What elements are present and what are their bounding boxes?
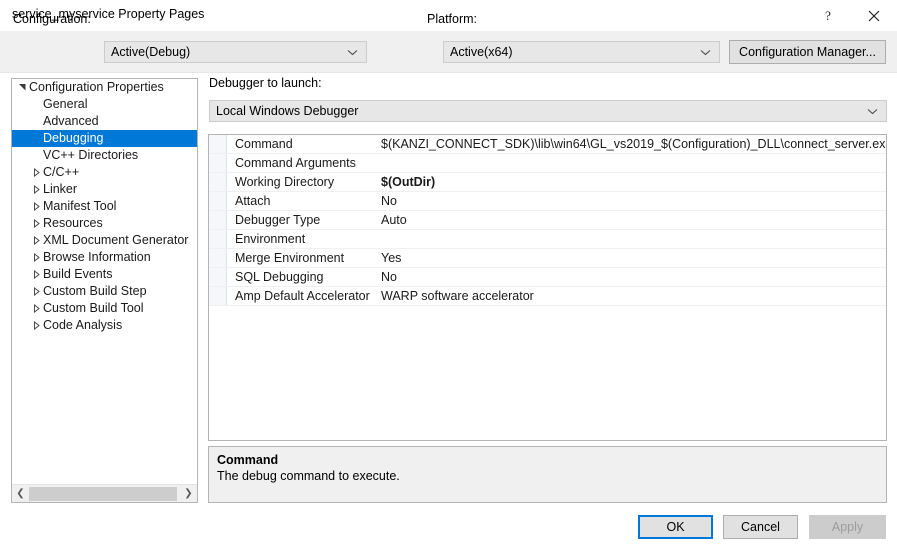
property-name: Command Arguments: [235, 156, 356, 170]
property-value[interactable]: Auto: [381, 211, 407, 229]
property-name: Debugger Type: [235, 213, 321, 227]
chevron-left-icon[interactable]: ❮: [12, 486, 29, 502]
tree-item-advanced[interactable]: Advanced: [12, 113, 197, 130]
chevron-right-icon[interactable]: ❯: [180, 486, 197, 502]
configuration-manager-button[interactable]: Configuration Manager...: [729, 40, 886, 64]
question-mark-icon: ?: [825, 8, 831, 23]
scrollbar-thumb[interactable]: [29, 486, 177, 501]
tree-item-browse-information[interactable]: Browse Information: [12, 249, 197, 266]
configuration-tree-panel: Configuration Properties General Advanced D…: [11, 78, 198, 503]
property-name: SQL Debugging: [235, 270, 324, 284]
tree-item-label: C/C++: [43, 165, 80, 179]
tree-item-xml-document-generator[interactable]: XML Document Generator: [12, 232, 197, 249]
cancel-button[interactable]: Cancel: [723, 515, 798, 539]
configuration-tree[interactable]: Configuration Properties General Advanced D…: [12, 79, 197, 485]
configuration-dropdown-value: Active(Debug): [111, 45, 191, 59]
triangle-right-icon[interactable]: [29, 270, 43, 279]
debugger-to-launch-value: Local Windows Debugger: [216, 104, 359, 118]
description-title: Command: [217, 453, 279, 467]
apply-button: Apply: [809, 515, 886, 539]
chevron-down-icon: [700, 45, 711, 59]
property-value[interactable]: $(OutDir): [381, 173, 435, 191]
platform-label: Platform:: [427, 12, 478, 26]
triangle-right-icon[interactable]: [29, 287, 43, 296]
property-name: Amp Default Accelerator: [235, 289, 370, 303]
tree-item-label: Custom Build Tool: [43, 301, 144, 315]
close-button[interactable]: [851, 0, 897, 31]
triangle-right-icon[interactable]: [29, 219, 43, 228]
tree-item-code-analysis[interactable]: Code Analysis: [12, 317, 197, 334]
tree-item-resources[interactable]: Resources: [12, 215, 197, 232]
property-row[interactable]: Working Directory $(OutDir): [209, 173, 886, 192]
chevron-down-icon: [867, 104, 878, 118]
ok-button[interactable]: OK: [638, 515, 713, 539]
platform-dropdown[interactable]: Active(x64): [443, 41, 720, 63]
tree-item-label: Linker: [43, 182, 78, 196]
description-body: The debug command to execute.: [217, 469, 400, 483]
tree-item-label: Custom Build Step: [43, 284, 147, 298]
tree-item-manifest-tool[interactable]: Manifest Tool: [12, 198, 197, 215]
triangle-right-icon[interactable]: [29, 304, 43, 313]
tree-item-label: General: [43, 97, 88, 111]
debugger-to-launch-label: Debugger to launch:: [209, 76, 322, 90]
property-grid[interactable]: Command $(KANZI_CONNECT_SDK)\lib\win64\GL…: [208, 134, 887, 441]
description-panel: Command The debug command to execute.: [208, 446, 887, 503]
triangle-right-icon[interactable]: [29, 253, 43, 262]
property-value[interactable]: No: [381, 192, 397, 210]
tree-item-linker[interactable]: Linker: [12, 181, 197, 198]
triangle-right-icon[interactable]: [29, 202, 43, 211]
property-name: Merge Environment: [235, 251, 345, 265]
tree-item-vc-directories[interactable]: VC++ Directories: [12, 147, 197, 164]
tree-item-label: Manifest Tool: [43, 199, 117, 213]
window-controls: ?: [805, 0, 897, 31]
tree-item-label: Advanced: [43, 114, 99, 128]
triangle-right-icon[interactable]: [29, 321, 43, 330]
property-value[interactable]: $(KANZI_CONNECT_SDK)\lib\win64\GL_vs2019…: [381, 135, 886, 153]
tree-item-custom-build-step[interactable]: Custom Build Step: [12, 283, 197, 300]
property-row[interactable]: Merge Environment Yes: [209, 249, 886, 268]
tree-item-debugging[interactable]: Debugging: [12, 130, 197, 147]
property-row[interactable]: Environment: [209, 230, 886, 249]
configuration-dropdown[interactable]: Active(Debug): [104, 41, 367, 63]
tree-item-label: Build Events: [43, 267, 113, 281]
property-name: Command: [235, 137, 293, 151]
property-value[interactable]: WARP software accelerator: [381, 287, 534, 305]
property-name: Environment: [235, 232, 306, 246]
tree-item-general[interactable]: General: [12, 96, 197, 113]
close-icon: [868, 10, 880, 22]
tree-item-label: XML Document Generator: [43, 233, 189, 247]
platform-dropdown-value: Active(x64): [450, 45, 513, 59]
property-name: Working Directory: [235, 175, 335, 189]
property-row[interactable]: Amp Default Accelerator WARP software acc…: [209, 287, 886, 306]
property-row[interactable]: Debugger Type Auto: [209, 211, 886, 230]
property-row[interactable]: Command $(KANZI_CONNECT_SDK)\lib\win64\GL…: [209, 135, 886, 154]
configuration-label: Configuration:: [13, 12, 91, 26]
tree-item-c-c[interactable]: C/C++: [12, 164, 197, 181]
property-row[interactable]: SQL Debugging No: [209, 268, 886, 287]
tree-horizontal-scrollbar[interactable]: ❮ ❯: [12, 484, 197, 502]
scrollbar-track[interactable]: [29, 486, 180, 502]
property-name: Attach: [235, 194, 271, 208]
tree-item-configuration-properties[interactable]: Configuration Properties: [12, 79, 197, 96]
help-button[interactable]: ?: [805, 0, 851, 31]
property-row[interactable]: Attach No: [209, 192, 886, 211]
chevron-down-icon: [347, 45, 358, 59]
debugger-to-launch-dropdown[interactable]: Local Windows Debugger: [209, 100, 887, 122]
tree-item-label: Browse Information: [43, 250, 151, 264]
tree-item-label: VC++ Directories: [43, 148, 139, 162]
triangle-right-icon[interactable]: [29, 236, 43, 245]
tree-item-build-events[interactable]: Build Events: [12, 266, 197, 283]
triangle-down-icon[interactable]: [15, 83, 29, 92]
triangle-right-icon[interactable]: [29, 168, 43, 177]
tree-item-label: Configuration Properties: [29, 80, 164, 94]
property-value[interactable]: Yes: [381, 249, 401, 267]
triangle-right-icon[interactable]: [29, 185, 43, 194]
property-value[interactable]: No: [381, 268, 397, 286]
tree-item-label: Resources: [43, 216, 103, 230]
tree-item-custom-build-tool[interactable]: Custom Build Tool: [12, 300, 197, 317]
property-row[interactable]: Command Arguments: [209, 154, 886, 173]
tree-item-label: Code Analysis: [43, 318, 123, 332]
tree-item-label: Debugging: [43, 131, 104, 145]
